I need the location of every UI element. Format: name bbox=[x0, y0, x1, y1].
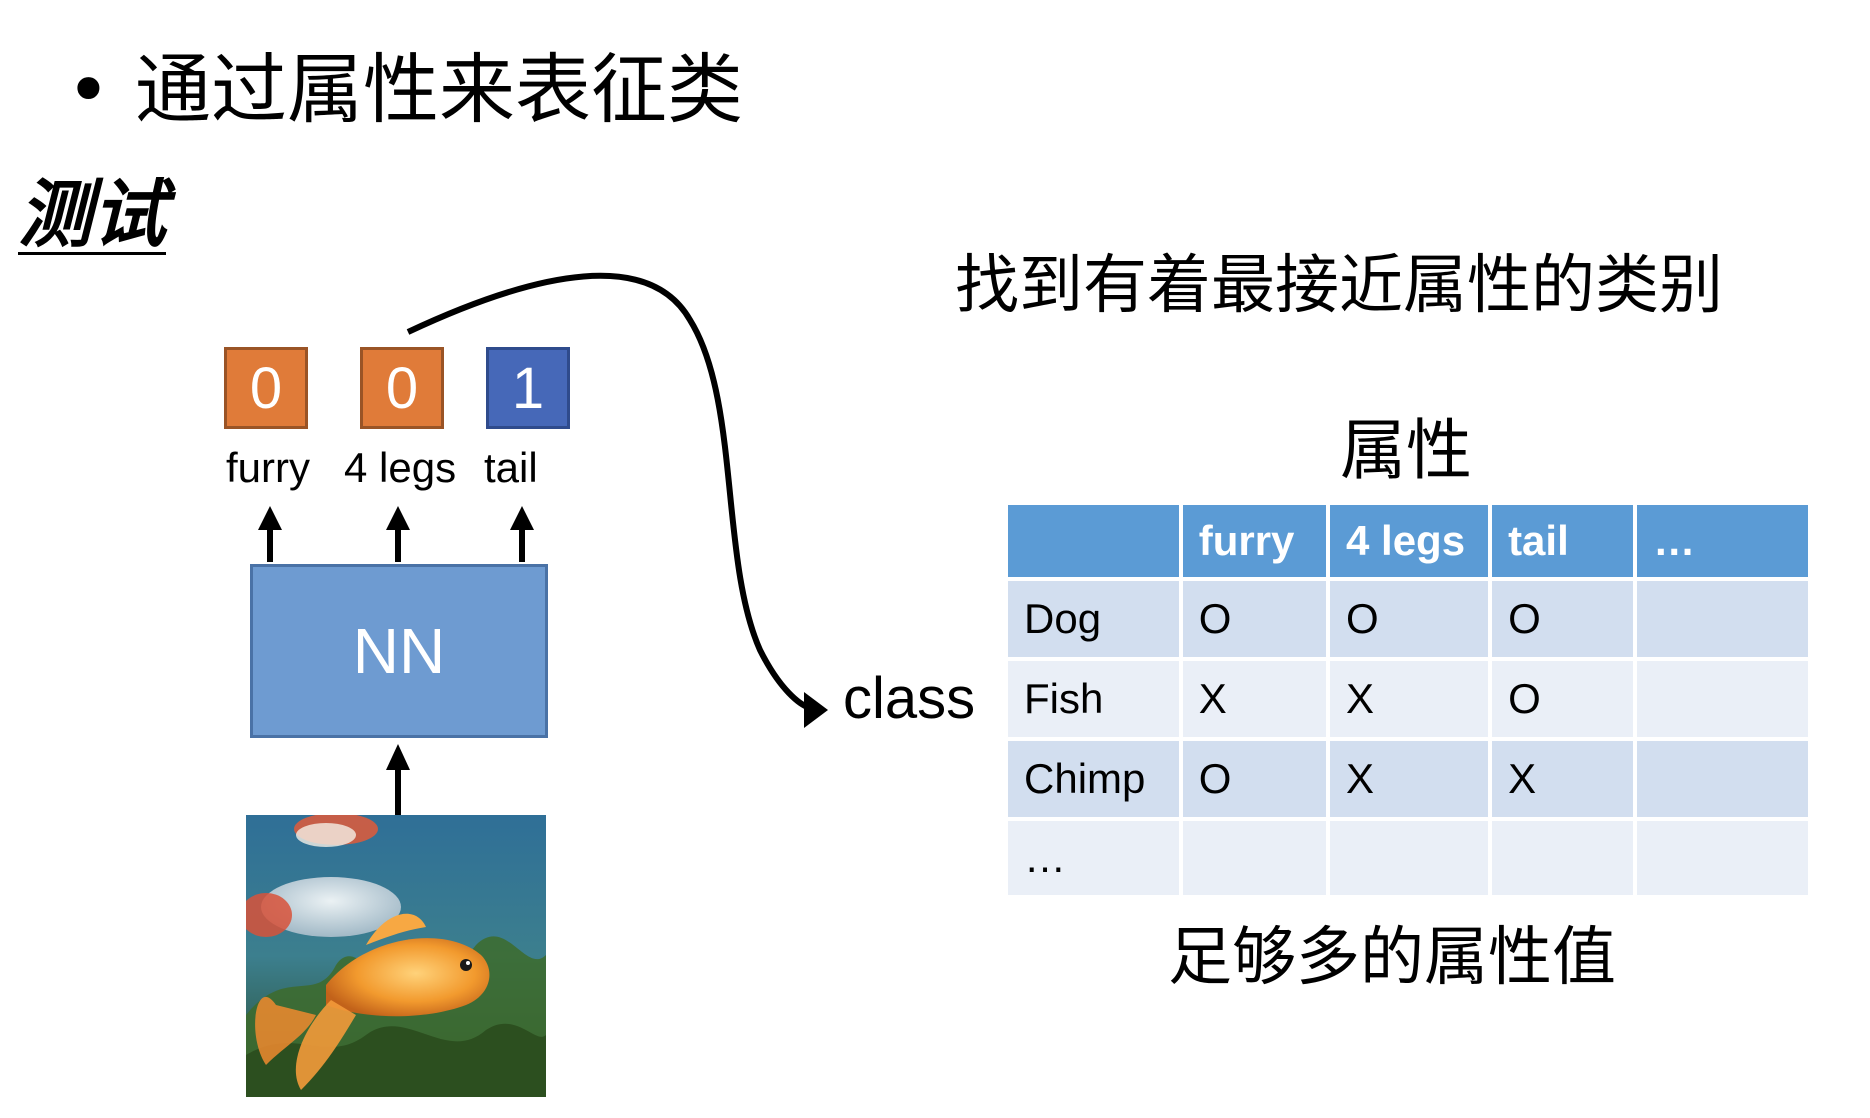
table-row: Chimp O X X bbox=[1008, 741, 1808, 817]
up-arrow-tail bbox=[510, 506, 534, 562]
table-cell: O bbox=[1182, 581, 1326, 657]
table-cell: O bbox=[1492, 581, 1634, 657]
enough-attributes-label: 足够多的属性值 bbox=[1168, 921, 1616, 995]
table-header-cell: … bbox=[1637, 505, 1808, 577]
table-header-cell: furry bbox=[1182, 505, 1326, 577]
table-cell bbox=[1182, 821, 1326, 895]
up-arrow-image-to-nn bbox=[386, 744, 410, 815]
table-cell: X bbox=[1182, 661, 1326, 737]
table-cell: O bbox=[1182, 741, 1326, 817]
up-arrow-furry bbox=[258, 506, 282, 562]
table-header-cell bbox=[1008, 505, 1179, 577]
table-cell bbox=[1637, 741, 1808, 817]
table-cell bbox=[1637, 581, 1808, 657]
table-cell: O bbox=[1492, 661, 1634, 737]
table-row: … bbox=[1008, 821, 1808, 895]
table-cell bbox=[1330, 821, 1489, 895]
curved-arrowhead bbox=[804, 692, 828, 728]
table-cell: Fish bbox=[1008, 661, 1179, 737]
table-header-row: furry 4 legs tail … bbox=[1008, 505, 1808, 577]
attributes-title: 属性 bbox=[1340, 412, 1472, 489]
table-cell: … bbox=[1008, 821, 1179, 895]
table-cell: Dog bbox=[1008, 581, 1179, 657]
table-cell: X bbox=[1330, 661, 1489, 737]
table-cell bbox=[1492, 821, 1634, 895]
attribute-table: furry 4 legs tail … Dog O O O Fish X X O… bbox=[1004, 501, 1812, 899]
table-cell: X bbox=[1492, 741, 1634, 817]
up-arrow-4-legs bbox=[386, 506, 410, 562]
table-cell: O bbox=[1330, 581, 1489, 657]
table-cell: X bbox=[1330, 741, 1489, 817]
table-header-cell: tail bbox=[1492, 505, 1634, 577]
table-row: Fish X X O bbox=[1008, 661, 1808, 737]
table-row: Dog O O O bbox=[1008, 581, 1808, 657]
table-cell bbox=[1637, 821, 1808, 895]
table-header-cell: 4 legs bbox=[1330, 505, 1489, 577]
table-cell bbox=[1637, 661, 1808, 737]
goldfish-photo bbox=[246, 815, 546, 1097]
table-cell: Chimp bbox=[1008, 741, 1179, 817]
curved-arrow-to-class bbox=[406, 272, 812, 711]
